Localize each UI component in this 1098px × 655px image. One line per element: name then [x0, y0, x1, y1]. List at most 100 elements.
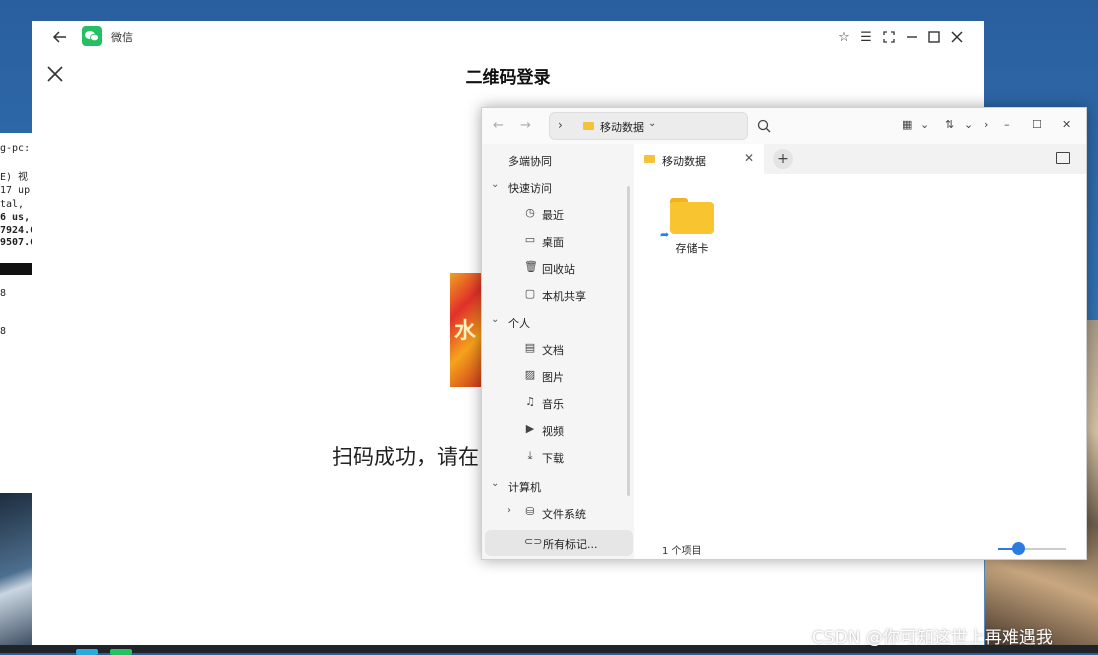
fullscreen-icon[interactable]	[881, 29, 897, 45]
taskbar-app-icon[interactable]	[76, 649, 98, 655]
sidebar-item-trash[interactable]: 🗑 回收站	[482, 256, 634, 280]
app-name: 微信	[111, 31, 133, 44]
video-icon: ▶	[525, 422, 535, 435]
chevron-right-icon[interactable]: ›	[984, 118, 988, 131]
close-icon[interactable]: ✕	[1062, 118, 1071, 131]
back-nav-icon[interactable]: ←	[493, 118, 504, 133]
chevron-down-icon[interactable]: ⌄	[491, 478, 499, 489]
desktop-wallpaper-left	[0, 490, 34, 653]
download-icon: ⤓	[527, 449, 533, 462]
sidebar-item-label: 本机共享	[542, 290, 586, 303]
sidebar-item-label: 音乐	[542, 398, 564, 411]
back-arrow-icon[interactable]	[52, 29, 68, 45]
sidebar-item-documents[interactable]: ▤ 文档	[482, 337, 634, 361]
folder-icon	[583, 122, 594, 130]
tab-mobile-data[interactable]: 移动数据 ✕	[636, 144, 764, 174]
terminal-line: 8	[0, 288, 7, 299]
file-item-sdcard[interactable]: ➦ 存储卡	[654, 198, 730, 258]
sidebar-item-label: 文档	[542, 344, 564, 357]
sidebar-section-quick-access[interactable]: ⌄ 快速访问	[482, 175, 634, 199]
terminal-line: tal,	[0, 199, 25, 210]
minimize-icon[interactable]: –	[1004, 118, 1010, 131]
drive-icon: ⛁	[525, 505, 535, 518]
desktop-icon: ▭	[524, 233, 536, 246]
sidebar-item-downloads[interactable]: ⤓ 下载	[482, 445, 634, 469]
sidebar-item-label: 桌面	[542, 236, 564, 249]
sidebar-item-all-tags[interactable]: ⊂⊃ 所有标记...	[485, 530, 633, 556]
wechat-logo-icon	[82, 26, 102, 46]
sidebar-item-label: 下载	[542, 452, 564, 465]
chevron-down-icon[interactable]: ⌄	[491, 314, 499, 325]
grid-view-icon[interactable]: ▦	[902, 118, 912, 131]
pin-icon[interactable]: ☆	[836, 29, 852, 45]
chevron-right-icon[interactable]: ›	[507, 505, 511, 516]
trash-icon: 🗑	[524, 260, 538, 273]
zoom-slider-handle[interactable]	[1012, 542, 1026, 555]
terminal-line: 17 up	[0, 185, 31, 196]
breadcrumb[interactable]: › 移动数据 ⌄	[549, 112, 748, 140]
sidebar-item-share[interactable]: ▢ 本机共享	[482, 283, 634, 307]
music-icon: ♫	[525, 395, 535, 408]
qr-avatar-text: 水	[454, 319, 477, 344]
search-icon[interactable]	[757, 119, 771, 133]
terminal-window: g-pc: ~ E) 视 17 up tal, 6 us, 7924.6 950…	[0, 133, 32, 493]
sidebar-item-label: 回收站	[542, 263, 575, 276]
sidebar-section-label: 快速访问	[508, 182, 552, 195]
taskbar-wechat-icon[interactable]	[110, 649, 132, 655]
tab-label: 移动数据	[662, 155, 706, 168]
add-tab-button[interactable]: +	[773, 149, 793, 169]
chevron-down-icon[interactable]: ⌄	[491, 179, 499, 190]
page-title: 二维码登录	[465, 68, 551, 88]
terminal-line: 8	[0, 326, 7, 337]
folder-icon	[670, 202, 714, 234]
sidebar-section-label: 计算机	[508, 481, 541, 494]
sidebar: 多端协同 ⌄ 快速访问 ◷ 最近 ▭ 桌面 🗑 回收站 ▢ 本机共享 ⌄ 个人 …	[482, 144, 634, 559]
watermark: CSDN @你可知这世上再难遇我	[812, 628, 1053, 648]
breadcrumb-current[interactable]: 移动数据	[600, 119, 644, 135]
sidebar-item-videos[interactable]: ▶ 视频	[482, 418, 634, 442]
image-icon: ▨	[524, 368, 536, 381]
sidebar-section-computer[interactable]: ⌄ 计算机	[482, 474, 634, 498]
sidebar-section-collab[interactable]: 多端协同	[482, 148, 634, 172]
minimize-icon[interactable]	[904, 29, 920, 45]
menu-icon[interactable]: ☰	[858, 29, 874, 45]
sidebar-toggle-icon[interactable]	[1056, 152, 1070, 164]
status-item-count: 1 个项目	[662, 546, 702, 557]
chevron-down-icon[interactable]: ⌄	[920, 118, 929, 131]
tag-icon: ⊂⊃	[524, 535, 543, 548]
sidebar-item-desktop[interactable]: ▭ 桌面	[482, 229, 634, 253]
terminal-line: 6 us,	[0, 212, 31, 223]
close-icon[interactable]	[949, 29, 965, 45]
terminal-line: 9507.6	[0, 237, 32, 248]
clock-icon: ◷	[525, 206, 535, 219]
sidebar-section-label: 个人	[508, 317, 530, 330]
login-status-text: 扫码成功，请在	[332, 445, 479, 469]
chevron-down-icon[interactable]: ⌄	[964, 118, 973, 131]
sidebar-item-pictures[interactable]: ▨ 图片	[482, 364, 634, 388]
file-manager-toolbar: ← → › 移动数据 ⌄ ▦ ⌄ ⇅ ⌄ › – ☐ ✕	[482, 108, 1086, 144]
forward-nav-icon[interactable]: →	[520, 118, 531, 133]
terminal-highlight-bar	[0, 263, 32, 275]
tab-bar: 移动数据 ✕ +	[636, 144, 1086, 174]
folder-icon	[644, 155, 655, 163]
sidebar-item-label: 视频	[542, 425, 564, 438]
sort-icon[interactable]: ⇅	[945, 118, 954, 131]
wechat-titlebar: 微信 ☆ ☰	[32, 21, 984, 53]
document-icon: ▤	[524, 341, 536, 354]
sidebar-item-filesystem[interactable]: › ⛁ 文件系统	[482, 501, 634, 525]
sidebar-item-label: 所有标记...	[543, 538, 598, 551]
maximize-icon[interactable]	[926, 29, 942, 45]
sidebar-item-music[interactable]: ♫ 音乐	[482, 391, 634, 415]
chevron-down-icon[interactable]: ⌄	[648, 118, 656, 129]
maximize-icon[interactable]: ☐	[1032, 118, 1042, 131]
terminal-line: E) 视	[0, 172, 29, 183]
file-item-label: 存储卡	[675, 242, 709, 255]
sidebar-item-label: 最近	[542, 209, 564, 222]
sidebar-scrollbar[interactable]	[627, 186, 630, 496]
file-manager-window: ← → › 移动数据 ⌄ ▦ ⌄ ⇅ ⌄ › – ☐ ✕ 多端协同 ⌄ 快速访问…	[481, 107, 1087, 560]
sidebar-item-recent[interactable]: ◷ 最近	[482, 202, 634, 226]
sidebar-section-personal[interactable]: ⌄ 个人	[482, 310, 634, 334]
close-tab-icon[interactable]: ✕	[744, 151, 754, 165]
chevron-right-icon[interactable]: ›	[558, 118, 563, 132]
folder-icon: ▢	[524, 287, 536, 300]
